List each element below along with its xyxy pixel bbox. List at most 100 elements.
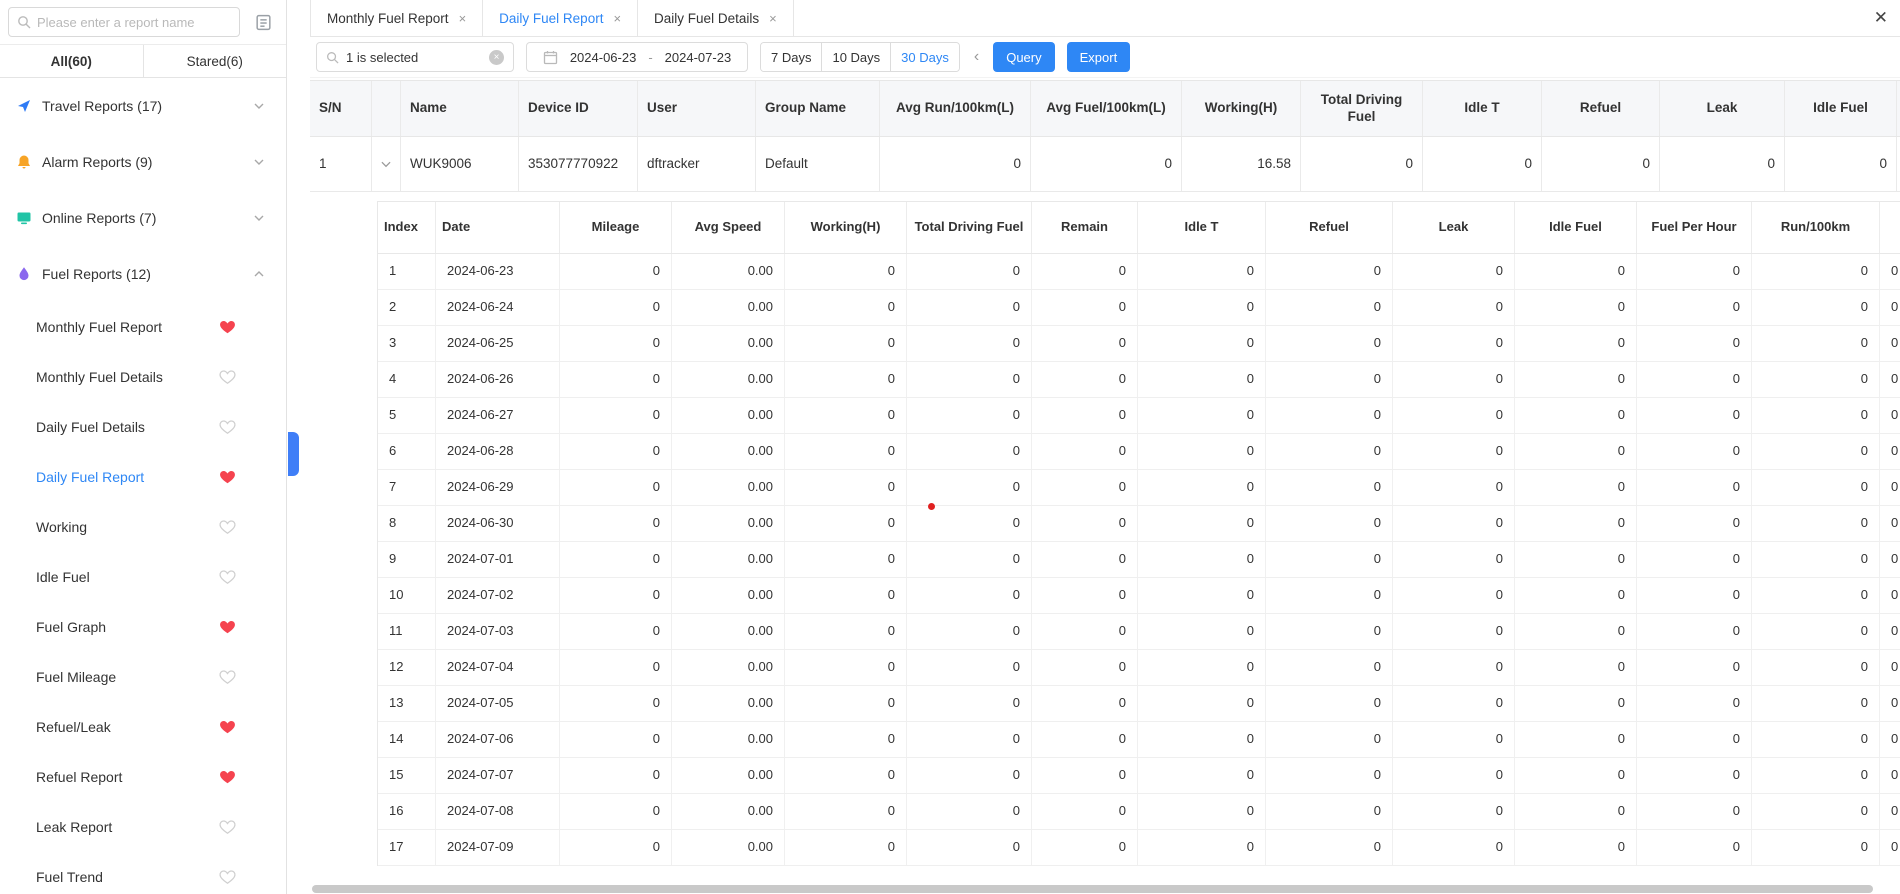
detail-cell: 0 xyxy=(1138,650,1266,685)
detail-cell: 0 xyxy=(1393,254,1515,289)
detail-cell: 0.00 xyxy=(672,722,785,757)
date-range-picker[interactable]: 2024-06-23 - 2024-07-23 xyxy=(526,42,748,72)
sidebar-item-label: Daily Fuel Report xyxy=(36,469,144,485)
query-button[interactable]: Query xyxy=(993,42,1054,72)
detail-cell: 0 xyxy=(785,794,907,829)
sidebar-category-online-reports[interactable]: Online Reports (7) xyxy=(0,190,286,246)
device-select[interactable]: 1 is selected × xyxy=(316,42,514,72)
detail-cell: 0 xyxy=(1393,614,1515,649)
sidebar-item-leak-report[interactable]: Leak Report xyxy=(0,802,286,852)
detail-cell: 0 xyxy=(1032,254,1138,289)
summary-cell: 1 xyxy=(310,137,372,191)
detail-cell: 0 xyxy=(1032,758,1138,793)
summary-cell: 0 xyxy=(880,137,1031,191)
chevron-left-icon[interactable]: ‹ xyxy=(972,48,981,66)
detail-cell: 0 xyxy=(907,398,1032,433)
tab-monthly-fuel-report[interactable]: Monthly Fuel Report × xyxy=(310,0,483,36)
sidebar-item-idle-fuel[interactable]: Idle Fuel xyxy=(0,552,286,602)
tab-daily-fuel-details[interactable]: Daily Fuel Details × xyxy=(638,0,794,36)
report-list-icon[interactable] xyxy=(248,7,278,37)
sidebar-category-alarm-reports[interactable]: Alarm Reports (9) xyxy=(0,134,286,190)
sidebar-item-monthly-fuel-details[interactable]: Monthly Fuel Details xyxy=(0,352,286,402)
select-clear-icon[interactable]: × xyxy=(489,50,504,65)
table-row: 132024-07-0500.000000000000 xyxy=(378,686,1900,722)
sidebar-item-refuel-leak[interactable]: Refuel/Leak xyxy=(0,702,286,752)
range-button-30-days[interactable]: 30 Days xyxy=(890,43,959,71)
category-label: Fuel Reports (12) xyxy=(42,266,151,282)
summary-cell: dftracker xyxy=(638,137,756,191)
detail-cell: 16 xyxy=(378,794,436,829)
export-button[interactable]: Export xyxy=(1067,42,1131,72)
favorite-heart-icon[interactable] xyxy=(219,719,236,735)
summary-cell: 16.58 xyxy=(1182,137,1301,191)
detail-cell: 2024-06-24 xyxy=(436,290,560,325)
detail-cell: 0 xyxy=(1393,542,1515,577)
table-row: 122024-07-0400.000000000000 xyxy=(378,650,1900,686)
favorite-heart-icon[interactable] xyxy=(219,419,236,435)
sidebar-category-fuel-reports[interactable]: Fuel Reports (12) xyxy=(0,246,286,302)
favorite-heart-icon[interactable] xyxy=(219,819,236,835)
favorite-heart-icon[interactable] xyxy=(219,869,236,885)
range-button-10-days[interactable]: 10 Days xyxy=(821,43,890,71)
favorite-heart-icon[interactable] xyxy=(219,569,236,585)
detail-cell: 0 xyxy=(1138,794,1266,829)
detail-column-header: Run/100km xyxy=(1752,202,1880,253)
detail-cell: 0 xyxy=(907,686,1032,721)
favorite-heart-icon[interactable] xyxy=(219,669,236,685)
detail-cell: 0 xyxy=(1393,578,1515,613)
favorite-heart-icon[interactable] xyxy=(219,319,236,335)
sidebar-item-working[interactable]: Working xyxy=(0,502,286,552)
tab-close-icon[interactable]: × xyxy=(769,11,777,26)
sidebar-item-fuel-trend[interactable]: Fuel Trend xyxy=(0,852,286,894)
sidebar-item-daily-fuel-report[interactable]: Daily Fuel Report xyxy=(0,452,286,502)
detail-cell: 0 xyxy=(1138,326,1266,361)
detail-cell: 0 xyxy=(1032,362,1138,397)
detail-cell: 0 xyxy=(1138,254,1266,289)
detail-cell: 2024-07-01 xyxy=(436,542,560,577)
sidebar-item-daily-fuel-details[interactable]: Daily Fuel Details xyxy=(0,402,286,452)
sidebar-tab-all[interactable]: All(60) xyxy=(0,45,143,77)
favorite-heart-icon[interactable] xyxy=(219,519,236,535)
row-expander-icon[interactable] xyxy=(372,137,401,191)
detail-cell: 0 xyxy=(1637,758,1752,793)
sidebar-category-travel-reports[interactable]: Travel Reports (17) xyxy=(0,78,286,134)
detail-cell: 1 xyxy=(378,254,436,289)
sidebar-item-monthly-fuel-report[interactable]: Monthly Fuel Report xyxy=(0,302,286,352)
search-icon xyxy=(326,51,339,64)
detail-cell: 0 xyxy=(1752,398,1880,433)
sidebar-item-fuel-graph[interactable]: Fuel Graph xyxy=(0,602,286,652)
favorite-heart-icon[interactable] xyxy=(219,619,236,635)
sidebar-tab-stared[interactable]: Stared(6) xyxy=(143,45,287,77)
detail-cell: 0.00 xyxy=(672,290,785,325)
summary-cell: 353077770922 xyxy=(519,137,638,191)
tab-close-icon[interactable]: × xyxy=(459,11,467,26)
horizontal-scrollbar-thumb[interactable] xyxy=(312,885,1873,893)
sidebar-item-label: Working xyxy=(36,519,87,535)
favorite-heart-icon[interactable] xyxy=(219,369,236,385)
sidebar-item-label: Refuel Report xyxy=(36,769,122,785)
sidebar-item-refuel-report[interactable]: Refuel Report xyxy=(0,752,286,802)
favorite-heart-icon[interactable] xyxy=(219,469,236,485)
summary-header-row: S/NNameDevice IDUserGroup NameAvg Run/10… xyxy=(310,80,1900,137)
detail-cell: 0 xyxy=(560,362,672,397)
detail-cell: 0 xyxy=(1637,470,1752,505)
table-row: 52024-06-2700.000000000000 xyxy=(378,398,1900,434)
tab-close-icon[interactable]: × xyxy=(613,11,621,26)
detail-cell: 0 xyxy=(907,650,1032,685)
detail-cell: 0 xyxy=(1515,830,1637,865)
sidebar-collapse-handle[interactable] xyxy=(288,432,299,476)
sidebar-item-fuel-mileage[interactable]: Fuel Mileage xyxy=(0,652,286,702)
tab-daily-fuel-report[interactable]: Daily Fuel Report × xyxy=(483,0,638,36)
report-search-input[interactable] xyxy=(37,15,231,30)
detail-cell: 0 xyxy=(1752,434,1880,469)
detail-cell: 0 xyxy=(1266,398,1393,433)
range-button-7-days[interactable]: 7 Days xyxy=(761,43,821,71)
detail-cell: 0 xyxy=(1138,614,1266,649)
detail-cell: 0 xyxy=(1266,506,1393,541)
detail-cell: 0 xyxy=(1637,830,1752,865)
detail-cell: 0 xyxy=(785,326,907,361)
detail-cell: 0 xyxy=(1880,794,1900,829)
close-all-icon[interactable]: ✕ xyxy=(1874,0,1888,36)
sidebar-search-row xyxy=(0,0,286,44)
favorite-heart-icon[interactable] xyxy=(219,769,236,785)
